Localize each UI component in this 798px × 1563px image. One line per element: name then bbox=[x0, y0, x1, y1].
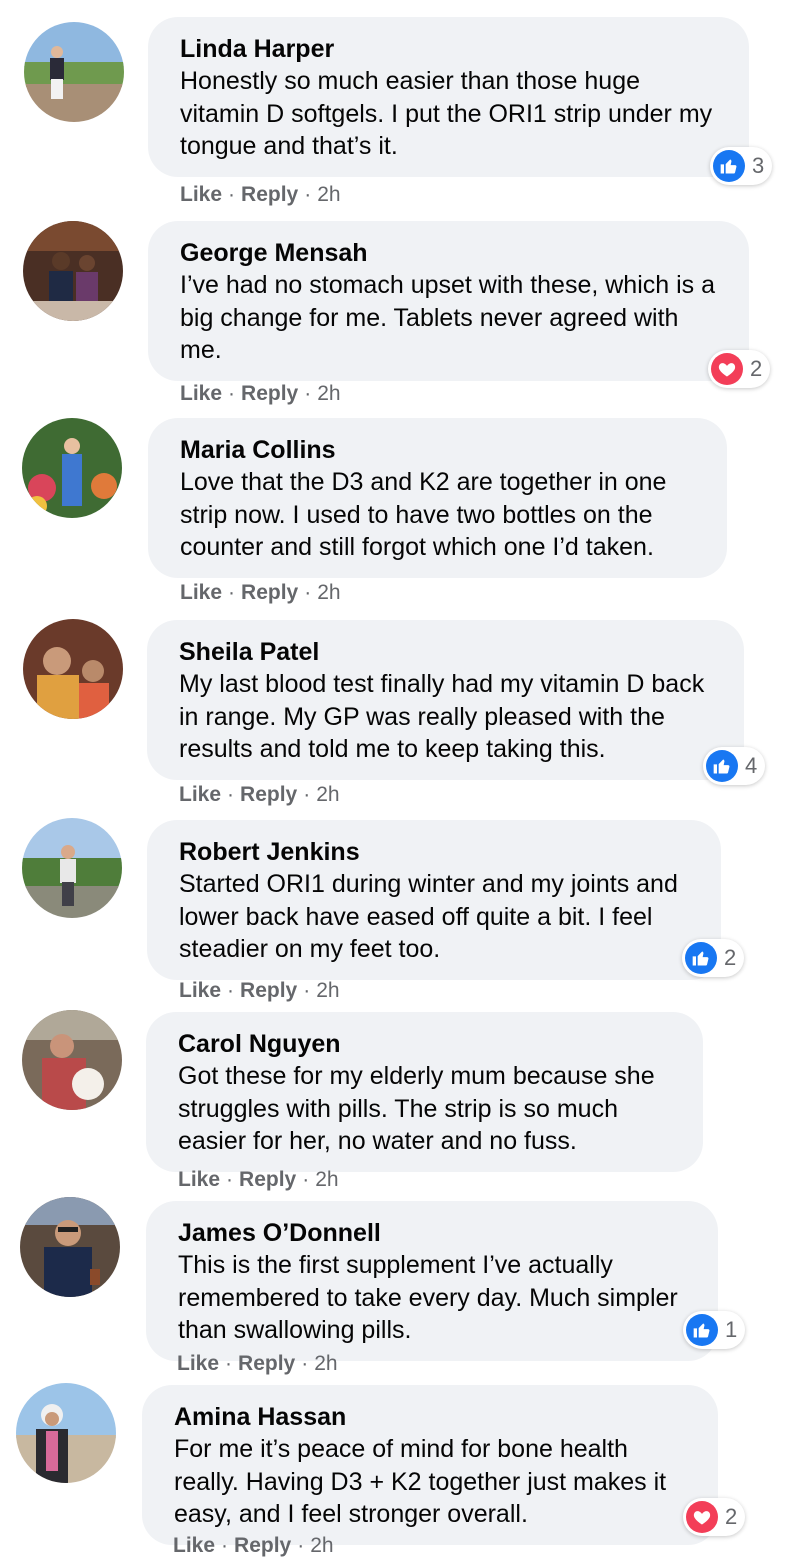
reply-button[interactable]: Reply bbox=[241, 382, 298, 405]
comment-actions: Like · Reply · 2h bbox=[180, 581, 341, 605]
reply-button[interactable]: Reply bbox=[241, 183, 298, 206]
comment-actions: Like · Reply · 2h bbox=[173, 1534, 334, 1558]
comment-bubble: Amina Hassan For me it’s peace of mind f… bbox=[142, 1385, 718, 1545]
avatar[interactable] bbox=[22, 1010, 122, 1110]
comment-author[interactable]: Amina Hassan bbox=[174, 1401, 688, 1433]
timestamp[interactable]: 2h bbox=[315, 1168, 338, 1191]
comment-text: Got these for my elderly mum because she… bbox=[178, 1062, 655, 1155]
comment-author[interactable]: Linda Harper bbox=[180, 33, 719, 65]
separator: · bbox=[303, 783, 311, 806]
comment-author[interactable]: Sheila Patel bbox=[179, 636, 714, 668]
avatar[interactable] bbox=[22, 818, 122, 918]
comment-bubble: Sheila Patel My last blood test finally … bbox=[147, 620, 744, 780]
separator: · bbox=[297, 1534, 305, 1557]
comment-author[interactable]: Maria Collins bbox=[180, 434, 697, 466]
like-button[interactable]: Like bbox=[180, 581, 222, 604]
like-button[interactable]: Like bbox=[179, 783, 221, 806]
avatar[interactable] bbox=[16, 1383, 116, 1483]
comment-bubble: Linda Harper Honestly so much easier tha… bbox=[148, 17, 749, 177]
separator: · bbox=[221, 1534, 229, 1557]
comment-text: Love that the D3 and K2 are together in … bbox=[180, 468, 667, 561]
comment-bubble: Robert Jenkins Started ORI1 during winte… bbox=[147, 820, 721, 980]
comment-actions: Like · Reply · 2h bbox=[179, 979, 340, 1003]
separator: · bbox=[228, 183, 236, 206]
reply-button[interactable]: Reply bbox=[239, 1168, 296, 1191]
comment-text: Honestly so much easier than those huge … bbox=[180, 67, 713, 160]
separator: · bbox=[303, 979, 311, 1002]
reaction-badge[interactable]: 2 bbox=[683, 1498, 746, 1536]
reaction-count: 2 bbox=[750, 356, 763, 381]
timestamp[interactable]: 2h bbox=[317, 581, 340, 604]
reaction-badge[interactable]: 2 bbox=[708, 350, 771, 388]
reply-button[interactable]: Reply bbox=[241, 581, 298, 604]
timestamp[interactable]: 2h bbox=[316, 979, 339, 1002]
thumbs-up-icon bbox=[713, 150, 745, 182]
comment-author[interactable]: Robert Jenkins bbox=[179, 836, 691, 868]
timestamp[interactable]: 2h bbox=[316, 783, 339, 806]
separator: · bbox=[226, 1168, 234, 1191]
comment-author[interactable]: James O’Donnell bbox=[178, 1217, 688, 1249]
like-button[interactable]: Like bbox=[177, 1352, 219, 1375]
separator: · bbox=[228, 581, 236, 604]
like-button[interactable]: Like bbox=[180, 382, 222, 405]
separator: · bbox=[304, 382, 312, 405]
avatar[interactable] bbox=[24, 22, 124, 122]
avatar[interactable] bbox=[23, 221, 123, 321]
separator: · bbox=[304, 183, 312, 206]
comment-actions: Like · Reply · 2h bbox=[180, 382, 341, 406]
comment-bubble: Carol Nguyen Got these for my elderly mu… bbox=[146, 1012, 703, 1172]
timestamp[interactable]: 2h bbox=[317, 382, 340, 405]
reaction-badge[interactable]: 4 bbox=[703, 747, 766, 785]
comment-text: For me it’s peace of mind for bone healt… bbox=[174, 1435, 667, 1528]
separator: · bbox=[225, 1352, 233, 1375]
reply-button[interactable]: Reply bbox=[234, 1534, 291, 1557]
reaction-badge[interactable]: 1 bbox=[683, 1311, 746, 1349]
separator: · bbox=[227, 783, 235, 806]
separator: · bbox=[304, 581, 312, 604]
separator: · bbox=[302, 1168, 310, 1191]
reaction-count: 2 bbox=[725, 1504, 738, 1529]
reaction-count: 1 bbox=[725, 1317, 738, 1342]
comment-text: Started ORI1 during winter and my joints… bbox=[179, 870, 678, 963]
reaction-count: 4 bbox=[745, 753, 758, 778]
reaction-badge[interactable]: 3 bbox=[710, 147, 773, 185]
thumbs-up-icon bbox=[685, 942, 717, 974]
separator: · bbox=[301, 1352, 309, 1375]
reply-button[interactable]: Reply bbox=[240, 783, 297, 806]
comment-text: I’ve had no stomach upset with these, wh… bbox=[180, 271, 716, 364]
reaction-count: 3 bbox=[752, 153, 765, 178]
heart-icon bbox=[686, 1501, 718, 1533]
avatar[interactable] bbox=[22, 418, 122, 518]
reply-button[interactable]: Reply bbox=[240, 979, 297, 1002]
separator: · bbox=[228, 382, 236, 405]
comment-bubble: James O’Donnell This is the first supple… bbox=[146, 1201, 718, 1361]
reaction-badge[interactable]: 2 bbox=[682, 939, 745, 977]
like-button[interactable]: Like bbox=[179, 979, 221, 1002]
comment-actions: Like · Reply · 2h bbox=[177, 1352, 338, 1376]
comment-actions: Like · Reply · 2h bbox=[180, 183, 341, 207]
comment-author[interactable]: George Mensah bbox=[180, 237, 719, 269]
comment-text: This is the first supplement I’ve actual… bbox=[178, 1251, 678, 1344]
timestamp[interactable]: 2h bbox=[317, 183, 340, 206]
comment-bubble: Maria Collins Love that the D3 and K2 ar… bbox=[148, 418, 727, 578]
avatar[interactable] bbox=[23, 619, 123, 719]
reply-button[interactable]: Reply bbox=[238, 1352, 295, 1375]
timestamp[interactable]: 2h bbox=[314, 1352, 337, 1375]
heart-icon bbox=[711, 353, 743, 385]
comment-text: My last blood test finally had my vitami… bbox=[179, 670, 705, 763]
comment-actions: Like · Reply · 2h bbox=[179, 783, 340, 807]
separator: · bbox=[227, 979, 235, 1002]
like-button[interactable]: Like bbox=[173, 1534, 215, 1557]
thumbs-up-icon bbox=[706, 750, 738, 782]
comment-bubble: George Mensah I’ve had no stomach upset … bbox=[148, 221, 749, 381]
timestamp[interactable]: 2h bbox=[310, 1534, 333, 1557]
like-button[interactable]: Like bbox=[180, 183, 222, 206]
like-button[interactable]: Like bbox=[178, 1168, 220, 1191]
avatar[interactable] bbox=[20, 1197, 120, 1297]
thumbs-up-icon bbox=[686, 1314, 718, 1346]
comment-author[interactable]: Carol Nguyen bbox=[178, 1028, 673, 1060]
comment-actions: Like · Reply · 2h bbox=[178, 1168, 339, 1192]
reaction-count: 2 bbox=[724, 945, 737, 970]
